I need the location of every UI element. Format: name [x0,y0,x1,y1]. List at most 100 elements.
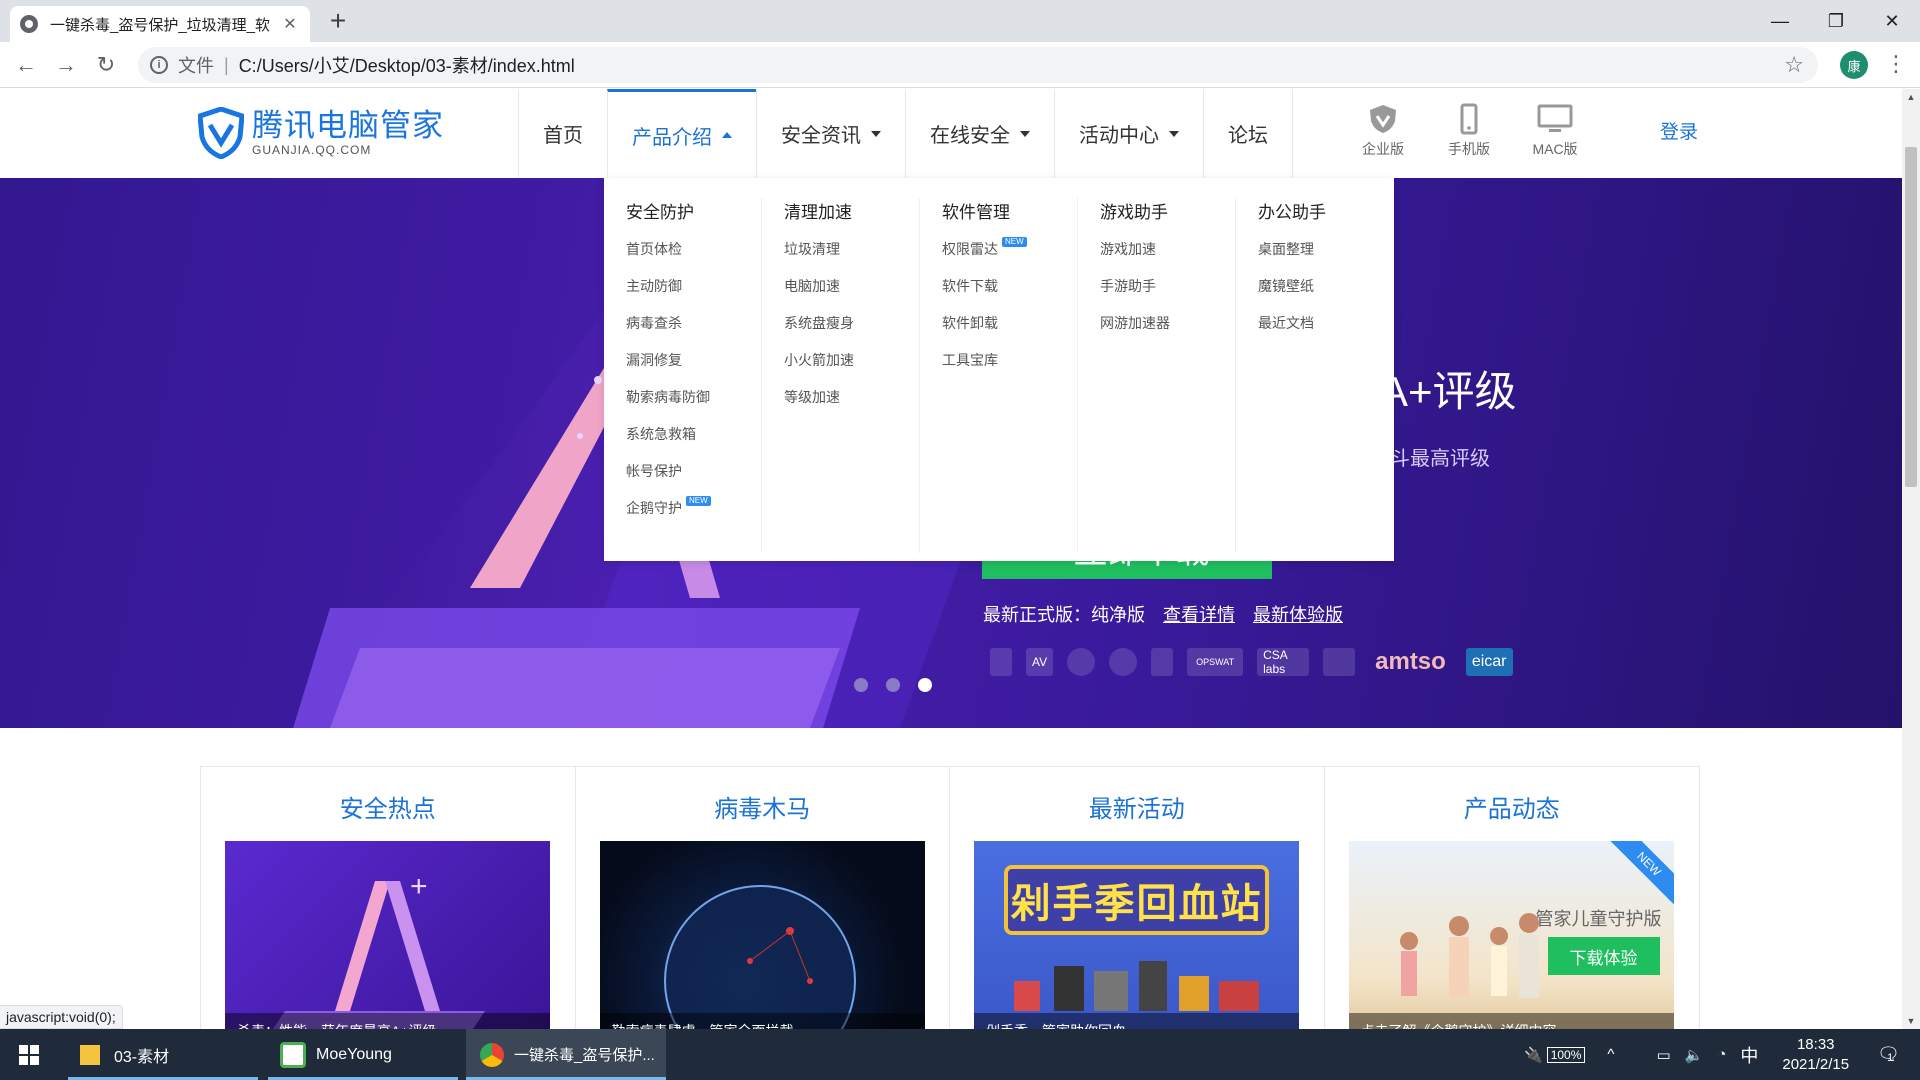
dropdown-item-label: 病毒查杀 [626,315,682,331]
section-product-news: 产品动态 NEW 管家儿童守护版 下载体验 点击了解《企鹅守护》详细内容 [1325,767,1700,1029]
section-image[interactable]: + 杀毒：性能，获年度最高A+评级 [225,841,550,1029]
volume-icon[interactable]: 🔈 [1685,1046,1704,1064]
dropdown-item[interactable]: 勒索病毒防御 [626,387,761,424]
dropdown-item-label: 魔镜壁纸 [1258,278,1314,294]
shield-logo-icon [198,107,244,159]
promo-download-button[interactable]: 下载体验 [1547,937,1660,975]
info-icon[interactable]: i [150,56,168,74]
taskbar-item-moeyoung[interactable]: MoeYoung [268,1029,458,1080]
section-caption: 剁手季，管家助你回血 [974,1013,1299,1029]
nav-forum[interactable]: 论坛 [1203,89,1293,178]
dropdown-item[interactable]: 桌面整理 [1258,239,1394,276]
cert-badge-av: AV [1026,648,1054,676]
forward-icon[interactable]: → [50,49,82,81]
tray-chevron-icon[interactable]: ^ [1607,1046,1614,1063]
promo-label: 管家儿童守护版 [1535,909,1662,929]
back-icon[interactable]: ← [10,49,42,81]
dropdown-item-label: 等级加速 [784,389,840,405]
close-window-button[interactable]: ✕ [1864,0,1920,42]
dropdown-item[interactable]: 病毒查杀 [626,313,761,350]
dropdown-item[interactable]: 软件卸载 [942,313,1077,350]
url-text[interactable]: C:/Users/小艾/Desktop/03-素材/index.html [239,52,575,78]
mobile-version-link[interactable]: 手机版 [1426,103,1512,159]
dropdown-item[interactable]: 企鹅守护 NEW [626,496,761,535]
dropdown-item[interactable]: 工具宝库 [942,350,1077,387]
close-tab-icon[interactable]: ✕ [280,14,300,34]
battery-indicator[interactable]: 100% [1546,1046,1586,1063]
mac-version-link[interactable]: MAC版 [1512,103,1598,159]
profile-avatar[interactable]: 康 [1840,51,1868,79]
nav-home[interactable]: 首页 [518,89,607,178]
dropdown-item-label: 桌面整理 [1258,241,1314,257]
section-title[interactable]: 最新活动 [950,789,1324,824]
dropdown-item[interactable]: 魔镜壁纸 [1258,276,1394,313]
section-title[interactable]: 安全热点 [201,789,575,824]
menu-kebab-icon[interactable]: ⋮ [1884,51,1908,79]
dropdown-item-label: 系统急救箱 [626,426,696,442]
dropdown-item-label: 权限雷达 [942,241,998,257]
section-security-hot: 安全热点 + 杀毒：性能，获年度最高A+评级 [201,767,576,1029]
carousel-dots [854,678,932,692]
dropdown-item[interactable]: 网游加速器 [1100,313,1235,350]
dropdown-item[interactable]: 权限雷达 NEW [942,237,1077,276]
battery-icon[interactable]: ▭ [1656,1046,1670,1064]
scroll-up-icon[interactable]: ▲ [1902,89,1920,105]
dropdown-item[interactable]: 垃圾清理 [784,239,919,276]
browser-tab[interactable]: 一键杀毒_盗号保护_垃圾清理_软 ✕ [10,6,310,42]
dropdown-item-label: 电脑加速 [784,278,840,294]
enterprise-version-link[interactable]: 企业版 [1340,103,1426,159]
address-bar[interactable]: i 文件 | C:/Users/小艾/Desktop/03-素材/index.h… [138,47,1818,83]
wifi-icon[interactable]: ◔ [1717,1046,1726,1063]
scroll-down-icon[interactable]: ▼ [1902,1013,1920,1029]
dropdown-item[interactable]: 帐号保护 [626,461,761,498]
clock[interactable]: 18:33 2021/2/15 [1782,1035,1849,1075]
nav-products[interactable]: 产品介绍 [607,89,756,178]
caret-up-icon [722,132,732,138]
minimize-button[interactable]: — [1752,0,1808,42]
section-title[interactable]: 病毒木马 [576,789,950,824]
section-title[interactable]: 产品动态 [1325,789,1700,824]
cert-badge-crest-icon [1323,648,1356,676]
notification-icon[interactable]: 🗨 1 [1877,1044,1900,1065]
bookmark-star-icon[interactable]: ☆ [1784,52,1804,78]
nav-activities[interactable]: 活动中心 [1054,89,1203,178]
a-plus-artwork: + [273,870,485,1029]
taskbar-item-folder[interactable]: 03-素材 [68,1029,258,1080]
dropdown-item[interactable]: 软件下载 [942,276,1077,313]
restore-button[interactable]: ❐ [1808,0,1864,42]
scrollbar-thumb[interactable] [1905,147,1917,487]
start-button[interactable] [0,1029,58,1080]
login-link[interactable]: 登录 [1660,117,1698,144]
section-image[interactable]: 剁手季回血站 剁手季，管家助你回血 [974,841,1299,1029]
version-prefix: 最新正式版：纯净版 [983,605,1145,625]
dropdown-item[interactable]: 系统盘瘦身 [784,313,919,350]
section-image[interactable]: NEW 管家儿童守护版 下载体验 点击了解《企鹅守护》详细内容 [1348,841,1674,1029]
section-image[interactable]: 勒索病毒肆虐，管家全面拦截 [599,841,925,1029]
taskbar-item-chrome[interactable]: 一键杀毒_盗号保护... [466,1029,666,1080]
dropdown-item[interactable]: 主动防御 [626,276,761,313]
dropdown-column-cleanup: 清理加速 垃圾清理 电脑加速 系统盘瘦身 小火箭加速 等级加速 [762,198,920,553]
carousel-dot[interactable] [854,678,868,692]
new-tag-badge: NEW [1002,237,1027,247]
dropdown-item[interactable]: 游戏加速 [1100,239,1235,276]
ime-indicator[interactable]: 中 [1740,1042,1758,1068]
dropdown-item[interactable]: 最近文档 [1258,313,1394,350]
dropdown-item[interactable]: 等级加速 [784,387,919,424]
reload-icon[interactable]: ↻ [90,49,122,81]
site-logo[interactable]: 腾讯电脑管家 GUANJIA.QQ.COM [198,107,444,159]
new-tab-button[interactable]: + [322,6,354,38]
nav-security-news[interactable]: 安全资讯 [756,89,905,178]
dropdown-item[interactable]: 漏洞修复 [626,350,761,387]
dropdown-item[interactable]: 小火箭加速 [784,350,919,387]
dropdown-item[interactable]: 首页体检 [626,239,761,276]
carousel-dot-active[interactable] [918,678,932,692]
details-link[interactable]: 查看详情 [1163,601,1235,627]
page-scrollbar[interactable]: ▲ ▼ [1902,89,1920,1029]
carousel-dot[interactable] [886,678,900,692]
moeyoung-icon [280,1041,306,1068]
dropdown-item[interactable]: 手游助手 [1100,276,1235,313]
nav-online-security[interactable]: 在线安全 [905,89,1054,178]
dropdown-item[interactable]: 系统急救箱 [626,424,761,461]
dropdown-item[interactable]: 电脑加速 [784,276,919,313]
beta-link[interactable]: 最新体验版 [1253,601,1343,627]
